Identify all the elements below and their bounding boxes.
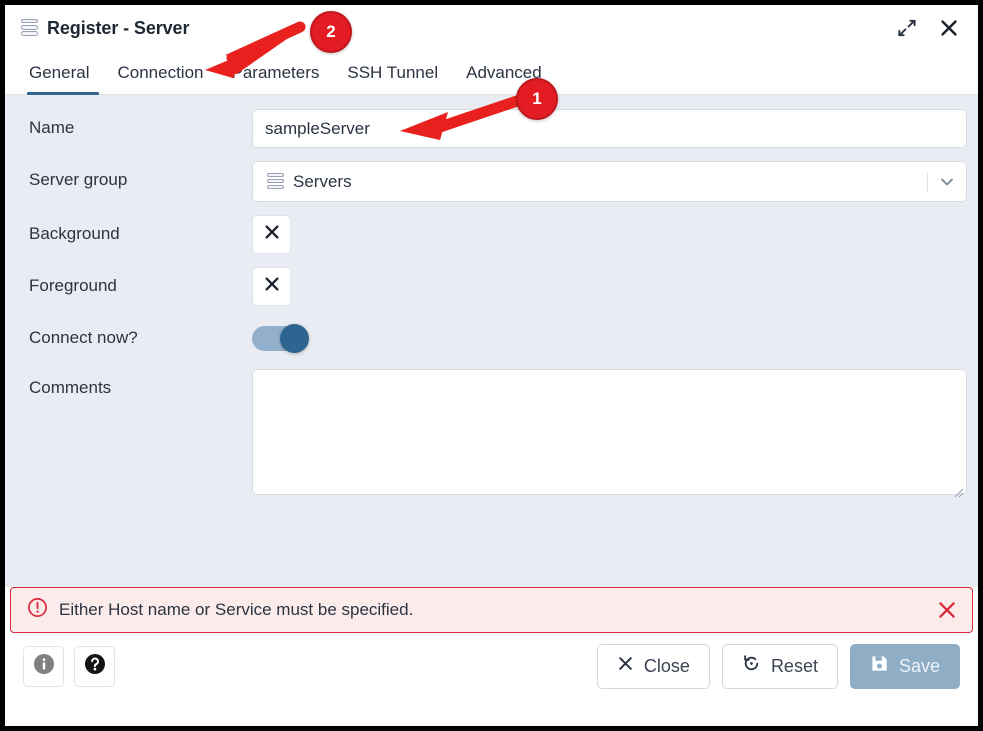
comments-control [252,369,967,500]
close-icon[interactable] [938,17,960,39]
close-button-label: Close [643,655,690,676]
connect-now-control [252,319,962,353]
reset-button-label: Reset [770,655,818,676]
register-server-dialog: Register - Server General Connection Par… [0,0,983,731]
comments-wrapper [252,369,967,500]
server-group-select[interactable]: Servers [252,161,967,202]
field-row-connect-now: Connect now? [21,319,962,353]
save-button[interactable]: Save [849,643,960,689]
info-button[interactable] [23,645,64,687]
background-control [252,215,962,254]
comments-label: Comments [29,378,112,397]
field-row-foreground: Foreground [21,267,962,306]
reset-circle-arrow-icon [742,654,761,678]
error-dismiss-button[interactable] [936,599,958,621]
close-x-icon [263,223,281,246]
info-circle-icon [32,652,56,681]
expand-diagonal-icon[interactable] [896,17,918,39]
tab-advanced[interactable]: Advanced [452,63,556,94]
field-row-comments: Comments [21,369,967,500]
tab-parameters[interactable]: Parameters [218,63,334,94]
alert-circle-icon [27,597,48,623]
connect-now-toggle[interactable] [252,324,309,353]
tab-connection[interactable]: Connection [103,63,217,94]
close-x-icon [617,655,634,677]
error-banner: Either Host name or Service must be spec… [10,587,973,633]
server-group-control: Servers [252,161,967,202]
background-clear-button[interactable] [252,215,291,254]
name-label: Name [29,118,75,137]
footer-actions: Close Reset Save [596,643,960,689]
help-button[interactable] [74,645,115,687]
close-button[interactable]: Close [596,643,710,689]
error-message: Either Host name or Service must be spec… [59,600,414,619]
dialog-title-bar: Register - Server [5,5,978,51]
server-group-label: Server group [29,170,128,189]
name-control [252,109,967,148]
server-stack-icon [21,19,38,37]
save-button-label: Save [898,655,940,676]
tab-ssh-tunnel[interactable]: SSH Tunnel [333,63,452,94]
title-bar-actions [896,17,964,39]
reset-button[interactable]: Reset [721,643,838,689]
foreground-control [252,267,962,306]
connect-now-label: Connect now? [29,328,138,347]
server-group-value: Servers [293,171,352,191]
comments-textarea[interactable] [252,369,967,495]
dialog-title: Register - Server [47,17,190,38]
title-group: Register - Server [21,18,189,39]
tab-general[interactable]: General [23,63,103,95]
foreground-label: Foreground [29,276,117,295]
foreground-clear-button[interactable] [252,267,291,306]
tab-bar: General Connection Parameters SSH Tunnel… [5,51,978,95]
save-floppy-icon [870,654,889,678]
server-group-value-group: Servers [267,172,352,192]
chevron-down-icon[interactable] [928,173,966,191]
name-input[interactable] [252,109,967,148]
close-x-icon [263,275,281,298]
general-tab-panel: Name Server group Servers [5,95,978,587]
server-stack-icon [267,172,284,191]
help-circle-icon [83,652,107,681]
background-label: Background [29,224,120,243]
field-row-name: Name [21,109,967,148]
field-row-background: Background [21,215,962,254]
field-row-server-group: Server group Servers [21,161,967,202]
dialog-footer: Close Reset Save [5,633,978,699]
toggle-knob [280,324,309,353]
select-right-group [927,162,966,201]
